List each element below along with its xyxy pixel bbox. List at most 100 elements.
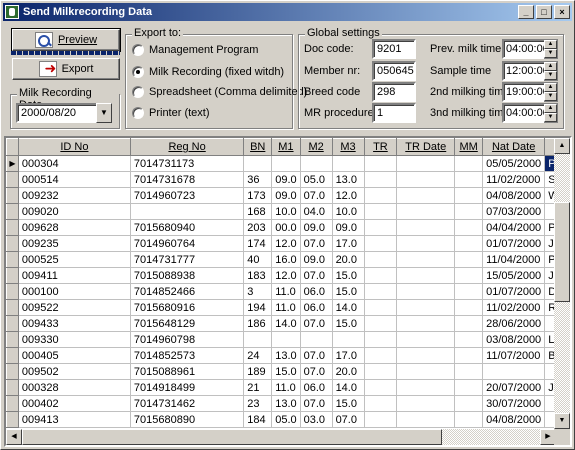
table-cell[interactable] [454,331,484,348]
scroll-up-icon[interactable]: ▲ [554,138,570,154]
table-cell[interactable]: 05/05/2000 [482,155,546,172]
table-cell[interactable]: 00.0 [271,219,301,236]
breed-code-field[interactable]: 298 [372,82,416,102]
horizontal-scrollbar[interactable]: ◀ ▶ [6,429,556,445]
table-cell[interactable]: 07/03/2000 [482,203,546,220]
table-cell[interactable] [396,235,456,252]
column-header[interactable]: TR [363,138,398,156]
title-bar[interactable]: Send Milkrecording Data _ □ × [3,3,572,21]
table-cell[interactable]: 20.0 [332,363,365,380]
doc-code-field[interactable]: 9201 [372,39,416,59]
radio-button-icon[interactable] [132,44,144,56]
table-cell[interactable] [364,299,398,316]
table-cell[interactable]: 009628 [18,219,131,236]
table-cell[interactable] [130,203,245,220]
table-cell[interactable]: 06.0 [300,299,333,316]
table-cell[interactable]: 194 [243,299,273,316]
table-cell[interactable] [454,187,484,204]
data-grid[interactable]: ID No Reg No BN M1 M2 M3 TR TR Date MM N… [4,136,572,447]
table-cell[interactable] [454,235,484,252]
table-cell[interactable]: 184 [243,411,273,428]
table-cell[interactable] [454,219,484,236]
chevron-down-icon[interactable]: ▼ [96,103,112,123]
table-cell[interactable]: 09.0 [300,251,333,268]
table-cell[interactable]: 7014918499 [130,379,245,396]
table-cell[interactable]: 7014731173 [130,155,245,172]
table-cell[interactable]: 14.0 [332,379,365,396]
table-cell[interactable]: 12.0 [271,235,301,252]
vertical-scroll-thumb[interactable] [554,202,570,302]
close-button[interactable]: × [554,5,570,19]
table-cell[interactable]: 000525 [18,251,131,268]
table-cell[interactable] [332,155,365,172]
table-cell[interactable]: 15.0 [332,315,365,332]
table-cell[interactable]: 05.0 [271,411,301,428]
table-cell[interactable]: 000405 [18,347,131,364]
table-cell[interactable] [454,171,484,188]
row-indicator[interactable] [6,235,19,252]
table-row[interactable]: 009413 7015680890 184 05.0 03.0 07.0 04/08/200… [6,411,570,428]
table-cell[interactable]: 000304 [18,155,131,172]
table-cell[interactable] [454,363,484,380]
vertical-scrollbar[interactable]: ▲ ▼ [554,138,570,429]
table-cell[interactable]: 04/08/2000 [482,411,546,428]
table-cell[interactable]: 07.0 [300,267,333,284]
table-cell[interactable]: 203 [243,219,273,236]
second-milking-time-value[interactable]: 19:00:00 [502,82,544,102]
table-cell[interactable] [454,315,484,332]
row-indicator[interactable] [6,347,19,364]
table-cell[interactable] [300,331,333,348]
table-cell[interactable]: 183 [243,267,273,284]
table-cell[interactable]: 07.0 [332,411,365,428]
table-cell[interactable]: 13.0 [271,347,301,364]
row-indicator[interactable] [6,251,19,268]
table-cell[interactable] [364,347,398,364]
table-row[interactable]: ▶000304701473117305/05/2000PR [6,155,570,172]
spin-down-icon[interactable]: ▼ [544,49,557,58]
table-cell[interactable]: 07.0 [300,363,333,380]
table-cell[interactable]: 06.0 [300,379,333,396]
table-cell[interactable] [364,203,398,220]
column-header[interactable]: M1 [271,138,301,156]
table-cell[interactable]: 009330 [18,331,131,348]
table-cell[interactable] [243,331,273,348]
row-indicator[interactable] [6,219,19,236]
table-cell[interactable] [364,411,398,428]
table-row[interactable]: 009628 7015680940 203 00.0 09.0 09.0 04/04/200… [6,219,570,236]
table-row[interactable]: 000525 7014731777 40 16.0 09.0 20.0 11/04/2000… [6,251,570,268]
table-cell[interactable] [243,155,273,172]
second-milking-time-spinner[interactable]: 19:00:00 ▲▼ [502,82,558,102]
table-cell[interactable]: 15.0 [332,283,365,300]
table-cell[interactable]: 13.0 [332,171,365,188]
table-cell[interactable]: 000100 [18,283,131,300]
table-cell[interactable]: 11/04/2000 [482,251,546,268]
table-cell[interactable]: 7015648129 [130,315,245,332]
table-cell[interactable]: 7014852466 [130,283,245,300]
table-cell[interactable]: 40 [243,251,273,268]
spin-up-icon[interactable]: ▲ [544,40,557,49]
column-header[interactable]: ID No [17,138,131,156]
row-indicator[interactable] [6,203,19,220]
table-cell[interactable] [396,219,456,236]
horizontal-scroll-thumb[interactable] [22,429,442,445]
table-cell[interactable] [454,155,484,172]
milk-recording-date-value[interactable]: 2000/08/20 [16,103,96,123]
row-indicator[interactable] [6,331,19,348]
row-indicator[interactable] [6,395,19,412]
table-cell[interactable]: 11/02/2000 [482,171,546,188]
table-cell[interactable]: 04/04/2000 [482,219,546,236]
table-cell[interactable] [396,331,456,348]
table-cell[interactable]: 009502 [18,363,131,380]
table-cell[interactable]: 11.0 [271,283,301,300]
table-cell[interactable] [396,411,456,428]
minimize-button[interactable]: _ [518,5,534,19]
row-indicator[interactable] [6,267,19,284]
table-cell[interactable]: 09.0 [271,187,301,204]
table-cell[interactable] [396,171,456,188]
table-cell[interactable] [454,251,484,268]
table-cell[interactable]: 20.0 [332,251,365,268]
table-cell[interactable]: 009235 [18,235,131,252]
table-cell[interactable]: 07.0 [300,315,333,332]
table-cell[interactable] [454,347,484,364]
member-nr-field[interactable]: 0506457 [372,61,416,81]
